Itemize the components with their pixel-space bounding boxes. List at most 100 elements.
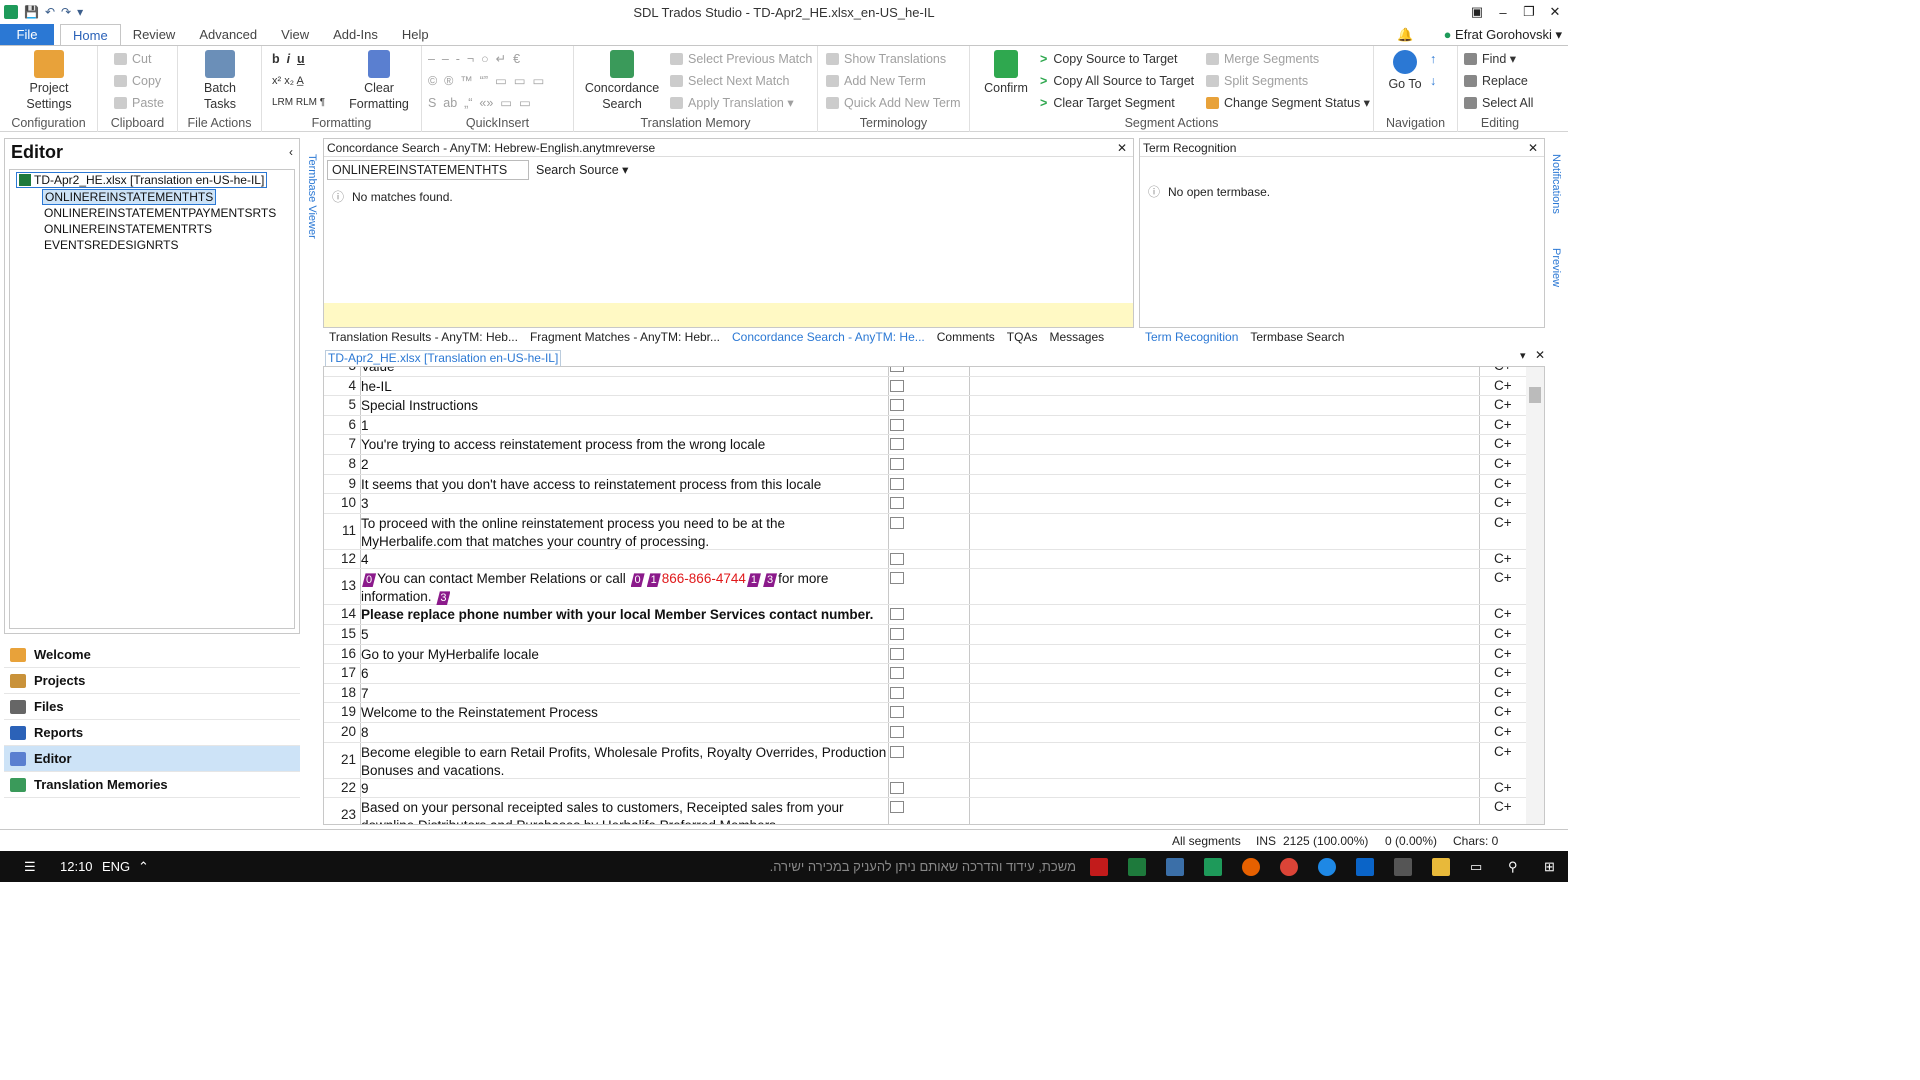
tab-list-icon[interactable]: ▾: [1520, 349, 1526, 362]
go-to-button[interactable]: Go To: [1382, 50, 1428, 92]
close-icon[interactable]: ✕: [1117, 139, 1127, 157]
confirm-button[interactable]: Confirm: [978, 50, 1034, 96]
scrollbar[interactable]: [1526, 367, 1544, 824]
tree-sheet-node[interactable]: ONLINEREINSTATEMENTHTS: [42, 189, 217, 205]
quickinsert-dashes-icon[interactable]: – – - ¬ ○ ↵ €: [428, 51, 520, 67]
segment-source[interactable]: 6: [361, 664, 888, 683]
superscript-icon[interactable]: x² x₂ A̲: [272, 73, 304, 89]
search-icon[interactable]: ⚲: [1508, 859, 1518, 875]
redo-icon[interactable]: ↷: [61, 5, 71, 19]
tab-translation-results[interactable]: Translation Results - AnyTM: Heb...: [323, 328, 524, 346]
folder-icon[interactable]: [1432, 858, 1450, 876]
merge-segments-button[interactable]: Merge Segments: [1206, 51, 1319, 67]
segment-row[interactable]: 3Value C+: [324, 367, 1544, 377]
segment-source[interactable]: Please replace phone number with your lo…: [361, 605, 888, 624]
segment-row[interactable]: 22 9 C+: [324, 779, 1544, 799]
segment-source[interactable]: 8: [361, 723, 888, 742]
search-mode-dropdown[interactable]: Search Source ▾: [536, 162, 628, 177]
segment-source[interactable]: 9: [361, 779, 888, 798]
trados-app-icon[interactable]: [1204, 858, 1222, 876]
segment-source[interactable]: 3: [361, 494, 888, 513]
select-previous-match-button[interactable]: Select Previous Match: [670, 51, 812, 67]
tab-review[interactable]: Review: [121, 24, 188, 46]
save-icon[interactable]: 💾: [24, 5, 39, 19]
tab-add-ins[interactable]: Add-Ins: [321, 24, 390, 46]
store-icon[interactable]: [1394, 858, 1412, 876]
quickinsert-symbols-icon[interactable]: © ® ™ “” ▭ ▭ ▭: [428, 73, 544, 89]
segment-row[interactable]: 15 5 C+: [324, 625, 1544, 645]
segment-source[interactable]: he-IL: [361, 377, 888, 396]
tab-messages[interactable]: Messages: [1043, 328, 1110, 346]
termbase-viewer-tab[interactable]: Termbase Viewer: [306, 154, 318, 239]
tab-file[interactable]: File: [0, 24, 54, 46]
tray-chevron-icon[interactable]: ⌃: [138, 859, 149, 875]
tab-view[interactable]: View: [269, 24, 321, 46]
segment-row[interactable]: 9 It seems that you don't have access to …: [324, 475, 1544, 495]
close-icon[interactable]: ✕: [1535, 348, 1545, 362]
arrow-up-icon[interactable]: ↑: [1430, 51, 1436, 67]
segment-row[interactable]: 10 3 C+: [324, 494, 1544, 514]
tab-help[interactable]: Help: [390, 24, 441, 46]
nav-editor[interactable]: Editor: [4, 746, 300, 772]
ribbon-display-icon[interactable]: ▣: [1464, 0, 1490, 24]
select-next-match-button[interactable]: Select Next Match: [670, 73, 789, 89]
segment-row[interactable]: 11 To proceed with the online reinstateme…: [324, 514, 1544, 551]
notifications-tab[interactable]: Notifications: [1550, 154, 1562, 214]
segment-source[interactable]: Value: [361, 367, 888, 376]
user-account[interactable]: 🔔 ● Efrat Gorohovski ▾: [1397, 24, 1562, 46]
scrollbar-thumb[interactable]: [1529, 387, 1541, 403]
segment-row[interactable]: 4 he-IL C+: [324, 377, 1544, 397]
project-settings-button[interactable]: Project Settings: [10, 50, 88, 112]
task-view-icon[interactable]: ▭: [1470, 859, 1482, 875]
tree-sheet-node[interactable]: ONLINEREINSTATEMENTRTS: [44, 222, 212, 236]
quickinsert-more-icon[interactable]: S ab „“ «» ▭ ▭: [428, 95, 531, 111]
segment-row[interactable]: 8 2 C+: [324, 455, 1544, 475]
tree-file-node[interactable]: TD-Apr2_HE.xlsx [Translation en-US-he-IL…: [16, 172, 268, 188]
segment-source[interactable]: Become elegible to earn Retail Profits, …: [361, 743, 888, 780]
tab-tqas[interactable]: TQAs: [1001, 328, 1044, 346]
segment-source[interactable]: 4: [361, 550, 888, 569]
segment-row[interactable]: 20 8 C+: [324, 723, 1544, 743]
change-segment-status-button[interactable]: Change Segment Status ▾: [1206, 95, 1370, 111]
nav-translation-memories[interactable]: Translation Memories: [4, 772, 300, 798]
close-icon[interactable]: ✕: [1528, 139, 1538, 157]
excel-app-icon[interactable]: [1128, 858, 1146, 876]
segment-source[interactable]: 0 You can contact Member Relations or cal…: [361, 569, 888, 606]
segment-source[interactable]: Based on your personal receipted sales t…: [361, 798, 888, 824]
restore-button[interactable]: ❐: [1516, 0, 1542, 24]
apply-translation-button[interactable]: Apply Translation ▾: [670, 95, 794, 111]
segment-row[interactable]: 18 7 C+: [324, 684, 1544, 704]
paste-button[interactable]: Paste: [114, 95, 164, 111]
nav-files[interactable]: Files: [4, 694, 300, 720]
segment-source[interactable]: To proceed with the online reinstatement…: [361, 514, 888, 551]
clear-formatting-button[interactable]: Clear Formatting: [344, 50, 414, 112]
nav-projects[interactable]: Projects: [4, 668, 300, 694]
copy-source-to-target-button[interactable]: > Copy Source to Target: [1040, 51, 1177, 67]
preview-tab[interactable]: Preview: [1550, 248, 1562, 287]
segment-row[interactable]: 21 Become elegible to earn Retail Profits…: [324, 743, 1544, 780]
copy-button[interactable]: Copy: [114, 73, 161, 89]
nav-reports[interactable]: Reports: [4, 720, 300, 746]
segment-row[interactable]: 7 You're trying to access reinstatement p…: [324, 435, 1544, 455]
cut-button[interactable]: Cut: [114, 51, 151, 67]
nav-welcome[interactable]: Welcome: [4, 642, 300, 668]
arrow-down-icon[interactable]: ↓: [1430, 73, 1436, 89]
split-segments-button[interactable]: Split Segments: [1206, 73, 1308, 89]
close-button[interactable]: ✕: [1542, 0, 1568, 24]
find-button[interactable]: Find ▾: [1464, 51, 1516, 67]
edge-icon[interactable]: [1318, 858, 1336, 876]
segment-source[interactable]: Special Instructions: [361, 396, 888, 415]
segment-source[interactable]: Welcome to the Reinstatement Process: [361, 703, 888, 722]
action-center-icon[interactable]: ☰: [24, 859, 36, 875]
segment-row[interactable]: 14 Please replace phone number with your …: [324, 605, 1544, 625]
clear-target-segment-button[interactable]: > Clear Target Segment: [1040, 95, 1175, 111]
tab-advanced[interactable]: Advanced: [187, 24, 269, 46]
direction-icon[interactable]: LRM RLM ¶: [272, 95, 325, 111]
undo-icon[interactable]: ↶: [45, 5, 55, 19]
tab-home[interactable]: Home: [60, 24, 121, 46]
segment-source[interactable]: 5: [361, 625, 888, 644]
segment-source[interactable]: 1: [361, 416, 888, 435]
tab-termbase-search[interactable]: Termbase Search: [1244, 328, 1350, 346]
replace-button[interactable]: Replace: [1464, 73, 1528, 89]
tree-sheet-node[interactable]: EVENTSREDESIGNRTS: [44, 238, 178, 252]
